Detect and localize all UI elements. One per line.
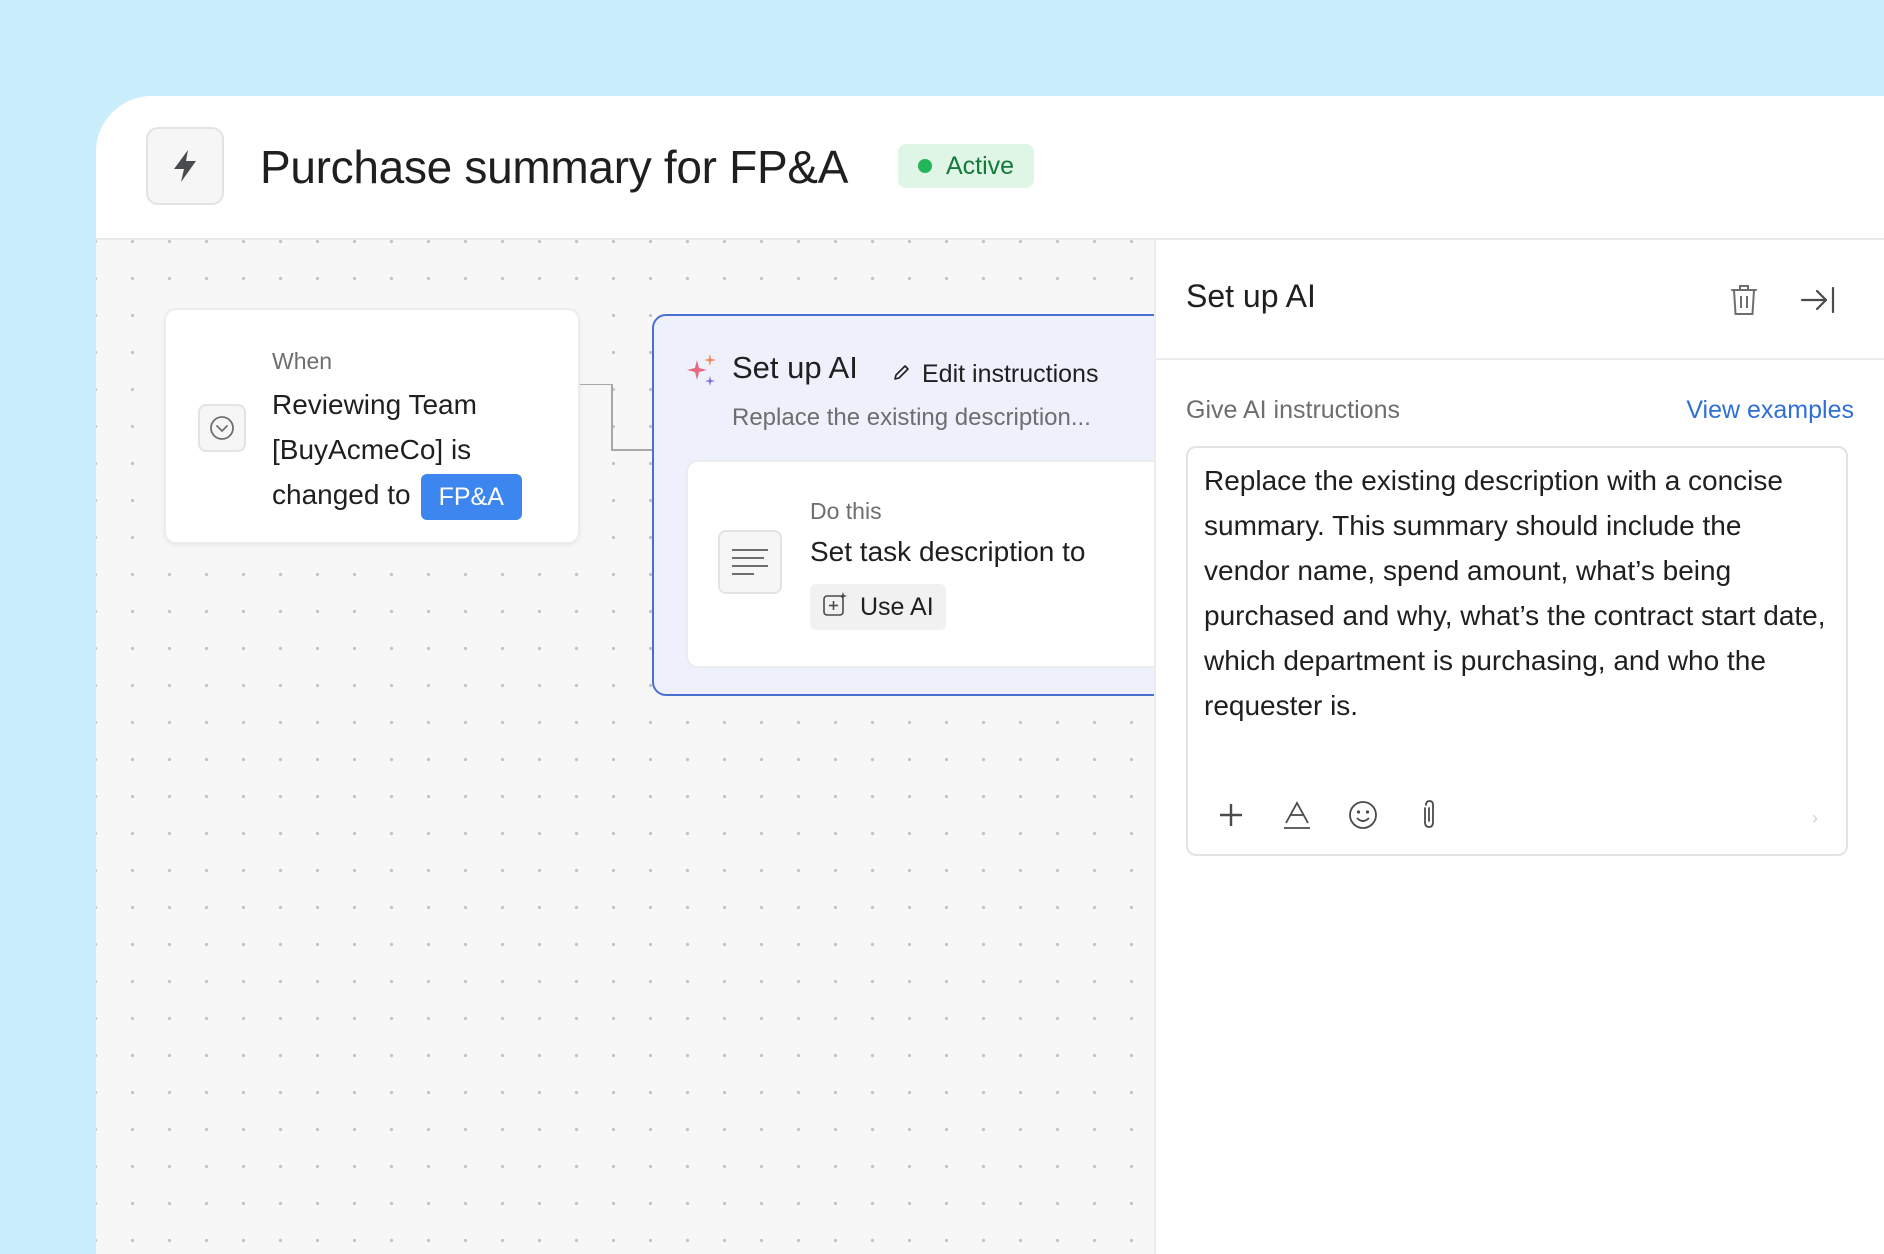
ai-plus-icon	[822, 591, 848, 624]
text-lines-icon	[718, 530, 782, 594]
collapse-right-icon[interactable]	[1798, 280, 1838, 320]
use-ai-label: Use AI	[860, 592, 934, 621]
plus-icon[interactable]	[1214, 798, 1248, 832]
ai-step-card[interactable]: Set up AI Edit instructions Replace the …	[652, 314, 1206, 696]
status-label: Active	[946, 151, 1015, 180]
ai-step-title: Set up AI	[732, 350, 858, 385]
action-text: Set task description to	[810, 536, 1086, 567]
trigger-label: When	[272, 348, 333, 374]
chevron-down-circle-icon	[198, 404, 246, 452]
workflow-canvas[interactable]: When Reviewing Team [BuyAcmeCo] is chang…	[96, 240, 1206, 1254]
ai-step-description: Replace the existing description...	[732, 404, 1091, 431]
trash-icon[interactable]	[1726, 280, 1762, 320]
action-card[interactable]: Do this Set task description to Use AI	[686, 460, 1206, 668]
bolt-icon[interactable]	[146, 127, 224, 205]
workflow-window: Purchase summary for FP&A Active When Re…	[96, 96, 1884, 1254]
use-ai-chip[interactable]: Use AI	[810, 584, 946, 630]
status-dot-icon	[918, 159, 932, 173]
panel-title: Set up AI	[1186, 278, 1316, 314]
edit-instructions-button[interactable]: Edit instructions	[892, 360, 1098, 389]
workflow-header: Purchase summary for FP&A Active	[96, 96, 1884, 240]
trigger-card[interactable]: When Reviewing Team [BuyAcmeCo] is chang…	[164, 308, 580, 544]
text-format-icon[interactable]	[1280, 798, 1314, 832]
view-examples-link[interactable]: View examples	[1686, 396, 1854, 425]
attachment-icon[interactable]	[1412, 798, 1446, 832]
emoji-icon[interactable]	[1346, 798, 1380, 832]
instructions-editor[interactable]: Replace the existing description with a …	[1186, 446, 1848, 856]
action-label: Do this	[810, 498, 882, 524]
sparkle-icon	[684, 352, 718, 393]
pencil-icon	[892, 360, 912, 389]
editor-toolbar	[1214, 798, 1446, 832]
status-badge: Active	[898, 144, 1035, 188]
chevron-right-icon: ›	[1812, 808, 1818, 828]
page-title: Purchase summary for FP&A	[260, 141, 849, 193]
team-tag: FP&A	[420, 473, 522, 520]
trigger-condition: Reviewing Team [BuyAcmeCo] is changed to…	[272, 382, 562, 520]
ai-setup-panel: Set up AI Give AI instructions View exam…	[1154, 240, 1884, 1254]
connector-line	[580, 384, 652, 451]
edit-instructions-label: Edit instructions	[922, 360, 1099, 388]
instructions-label: Give AI instructions	[1186, 396, 1400, 424]
instructions-text[interactable]: Replace the existing description with a …	[1204, 458, 1834, 728]
panel-header: Set up AI	[1156, 240, 1884, 360]
